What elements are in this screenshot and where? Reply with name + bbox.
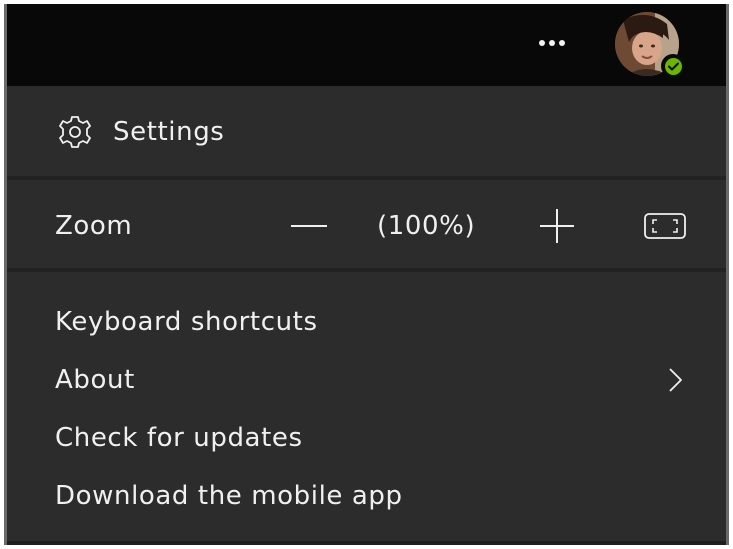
zoom-row: Zoom (100%) — [55, 202, 706, 250]
check-for-updates-label: Check for updates — [55, 423, 303, 453]
settings-label: Settings — [113, 117, 225, 147]
about-menu-item[interactable]: About — [55, 356, 696, 404]
help-section: Keyboard shortcuts About Check for updat… — [7, 272, 726, 542]
zoom-in-button[interactable] — [533, 202, 581, 250]
keyboard-shortcuts-label: Keyboard shortcuts — [55, 307, 318, 337]
more-horizontal-icon — [537, 40, 567, 46]
settings-menu-item[interactable]: Settings — [55, 108, 726, 156]
minus-icon — [291, 225, 327, 227]
app-window: Settings Zoom (100%) Keyboard shortcuts … — [4, 4, 729, 545]
keyboard-shortcuts-menu-item[interactable]: Keyboard shortcuts — [55, 298, 696, 346]
check-for-updates-menu-item[interactable]: Check for updates — [55, 414, 696, 462]
fullscreen-button[interactable] — [640, 208, 690, 244]
zoom-label: Zoom — [55, 211, 133, 241]
settings-section: Settings — [7, 86, 726, 176]
download-mobile-app-label: Download the mobile app — [55, 481, 403, 511]
fullscreen-icon — [644, 213, 686, 239]
more-options-button[interactable] — [524, 28, 580, 58]
zoom-out-button[interactable] — [285, 202, 333, 250]
bottom-edge — [7, 541, 726, 545]
profile-avatar-button[interactable] — [615, 12, 685, 78]
chevron-right-icon — [669, 368, 682, 392]
zoom-section: Zoom (100%) — [7, 180, 726, 268]
gear-icon — [55, 114, 95, 150]
zoom-level-value: (100%) — [377, 211, 476, 241]
plus-icon — [540, 209, 574, 243]
presence-status-badge — [661, 54, 685, 78]
top-bar — [7, 4, 726, 86]
download-mobile-app-menu-item[interactable]: Download the mobile app — [55, 472, 696, 520]
checkmark-icon — [664, 57, 682, 75]
about-label: About — [55, 365, 135, 395]
